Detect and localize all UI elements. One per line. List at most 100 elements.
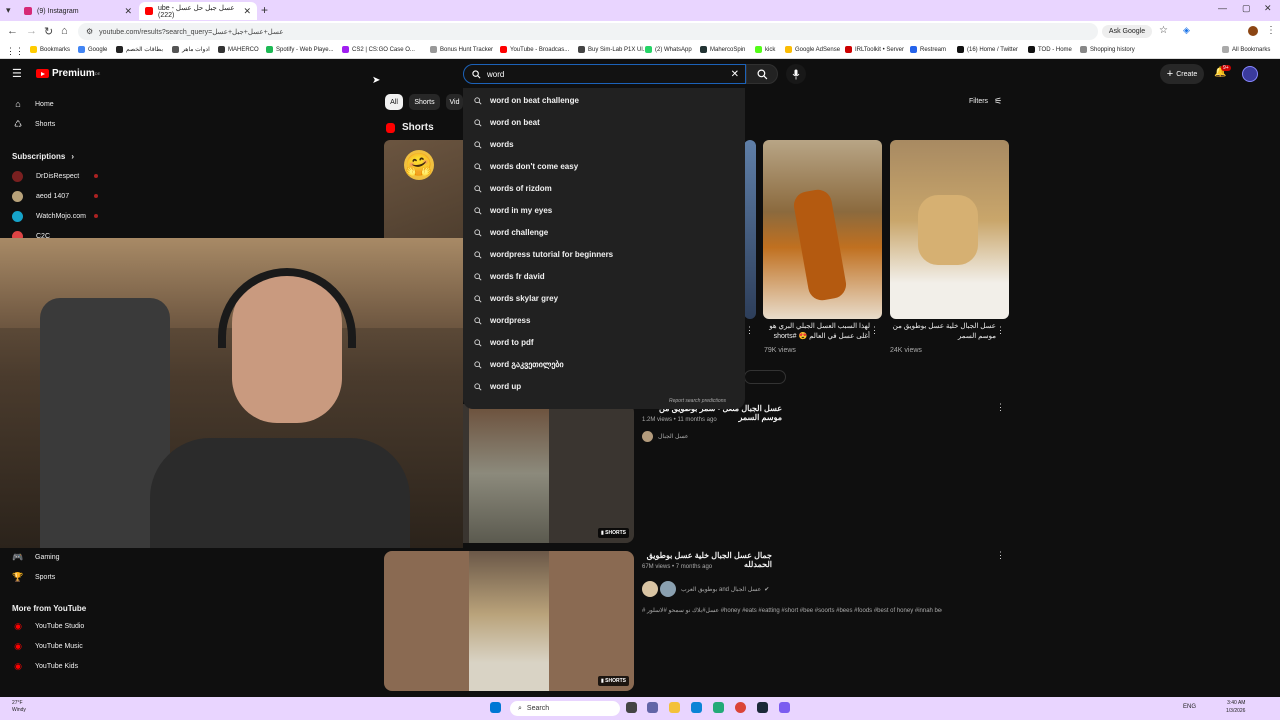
bookmark-item[interactable]: MAHERCO [218,46,259,53]
tab-youtube[interactable]: ube - عسل جبل حل عسل (222) ✕ [139,2,257,20]
teams-icon[interactable] [647,702,658,713]
task-view-icon[interactable] [626,702,637,713]
bookmark-item[interactable]: بطاقات الخصم [116,46,163,53]
chip-all[interactable]: All [385,94,403,110]
search-suggestion[interactable]: word up [474,382,521,391]
sidebar-item-kids[interactable]: ◉ YouTube Kids [12,661,78,672]
maximize-icon[interactable]: ▢ [1242,3,1251,14]
search-suggestion[interactable]: word on beat [474,118,540,127]
bookmark-item[interactable]: YouTube - Broadcas... [500,46,569,53]
short-caption[interactable]: عسل الجبال خلية عسل بوطويق من موسم السمر [890,322,996,342]
bookmark-item[interactable]: Buy Sim-Lab P1X Ul... [578,46,648,53]
chrome-icon[interactable] [735,702,746,713]
clear-search-icon[interactable]: ✕ [731,69,739,80]
result-channel[interactable]: عسل الجبال [642,431,689,442]
search-input[interactable]: word ✕ [463,64,746,84]
bookmark-item[interactable]: Bonus Hunt Tracker [430,46,493,53]
sidebar-item-sports[interactable]: 🏆 Sports [12,572,55,583]
bookmark-item[interactable]: Bookmarks [30,46,70,53]
sidebar-sub-item[interactable]: DrDisRespect [12,171,79,182]
bookmark-item[interactable]: Shopping history [1080,46,1135,53]
menu-kebab-icon[interactable]: ⋮ [1266,25,1276,36]
search-suggestion[interactable]: words of rizdom [474,184,552,193]
short-thumbnail[interactable] [744,140,756,319]
bookmark-item[interactable]: kick [755,46,775,53]
apps-grid-icon[interactable]: ⋮⋮ [6,46,24,57]
new-tab-button[interactable]: + [261,3,268,17]
more-options-icon[interactable]: ⋮ [745,325,754,336]
close-icon[interactable]: ✕ [124,6,132,17]
windows-start-icon[interactable] [490,702,501,713]
sidebar-item-music[interactable]: ◉ YouTube Music [12,641,83,652]
taskbar-search[interactable]: ⌕ Search [510,701,620,716]
app-icon[interactable] [713,702,724,713]
chip-shorts[interactable]: Shorts [409,94,440,110]
discord-icon[interactable] [779,702,790,713]
tab-search-icon[interactable]: ▾ [6,5,11,16]
bookmark-item[interactable]: CS2 | CS:GO Case O... [342,46,415,53]
search-button[interactable] [746,64,778,84]
bookmark-item[interactable]: MahercoSpin [700,46,745,53]
report-predictions-link[interactable]: Report search predictions [669,398,726,404]
voice-search-button[interactable] [786,64,806,84]
search-suggestion[interactable]: words [474,140,514,149]
search-suggestion[interactable]: word to pdf [474,338,534,347]
sidebar-item-studio[interactable]: ◉ YouTube Studio [12,621,84,632]
more-options-icon[interactable]: ⋮ [996,402,1005,413]
language-indicator[interactable]: ENG [1183,704,1196,710]
create-button[interactable]: + Create [1160,64,1204,84]
search-suggestion[interactable]: word გაკვეთილები [474,360,564,369]
ask-google-button[interactable]: Ask Google [1102,25,1152,38]
more-options-icon[interactable]: ⋮ [996,550,1005,561]
edge-icon[interactable] [691,702,702,713]
chip-videos[interactable]: Vid [446,94,463,110]
tab-instagram[interactable]: (9) Instagram ✕ [18,2,138,20]
short-thumbnail[interactable] [763,140,882,319]
weather-widget[interactable]: 27°F Windy [12,700,26,714]
hamburger-menu-icon[interactable]: ☰ [12,67,22,80]
steam-icon[interactable] [757,702,768,713]
bookmark-item[interactable]: Google AdSense [785,46,840,53]
account-avatar[interactable] [1242,66,1258,82]
back-icon[interactable]: ← [7,25,18,37]
short-thumbnail[interactable] [890,140,1009,319]
search-suggestion[interactable]: word challenge [474,228,548,237]
address-bar[interactable]: ⚙ youtube.com/results?search_query=عسل+ع… [78,23,1098,40]
search-suggestion[interactable]: word in my eyes [474,206,552,215]
sidebar-sub-item[interactable]: aeod 1407 [12,191,69,202]
bookmark-item[interactable]: (16) Home / Twitter [957,46,1018,53]
filters-button[interactable]: Filters ⚟ [969,96,1002,107]
system-clock[interactable]: 3:40 AM 1/3/2026 [1226,699,1245,715]
result-channel[interactable]: بوطويق العرب and عسل الجبال ✔ [642,581,769,597]
file-explorer-icon[interactable] [669,702,680,713]
search-suggestion[interactable]: wordpress tutorial for beginners [474,250,613,259]
sidebar-item-shorts[interactable]: ♺ Shorts [12,119,55,130]
search-suggestion[interactable]: wordpress [474,316,530,325]
bookmark-item[interactable]: Restream [910,46,946,53]
all-bookmarks[interactable]: All Bookmarks [1222,46,1270,53]
sidebar-subscriptions-header[interactable]: Subscriptions › [12,152,74,161]
forward-icon[interactable]: → [26,25,37,37]
site-info-icon[interactable]: ⚙ [86,27,93,36]
sidebar-sub-item[interactable]: WatchMojo.com [12,211,86,222]
sidebar-item-gaming[interactable]: 🎮 Gaming [12,552,59,563]
search-suggestion[interactable]: word on beat challenge [474,96,579,105]
bookmark-item[interactable]: (2) WhatsApp [645,46,692,53]
bookmark-item[interactable]: TOD - Home [1028,46,1072,53]
search-suggestion[interactable]: words fr david [474,272,545,281]
more-options-icon[interactable]: ⋮ [870,325,879,336]
extension-icon[interactable]: ◈ [1183,25,1190,36]
more-options-icon[interactable]: ⋮ [996,325,1005,336]
search-suggestion[interactable]: words don't come easy [474,162,578,171]
minimize-icon[interactable]: — [1218,3,1227,13]
star-icon[interactable]: ☆ [1159,25,1168,36]
result-thumbnail[interactable]: ▮ SHORTS [384,551,634,691]
bookmark-item[interactable]: Spotify - Web Playe... [266,46,334,53]
close-icon[interactable]: ✕ [243,6,251,17]
show-more-button[interactable] [744,370,786,384]
bookmark-item[interactable]: Google [78,46,107,53]
short-caption[interactable]: لهذا السبب العسل الجبلي البري هو أغلى عس… [764,322,870,342]
reload-icon[interactable]: ↻ [44,25,53,38]
home-icon[interactable]: ⌂ [61,25,68,37]
bookmark-item[interactable]: ادوات ماهر [172,46,210,53]
